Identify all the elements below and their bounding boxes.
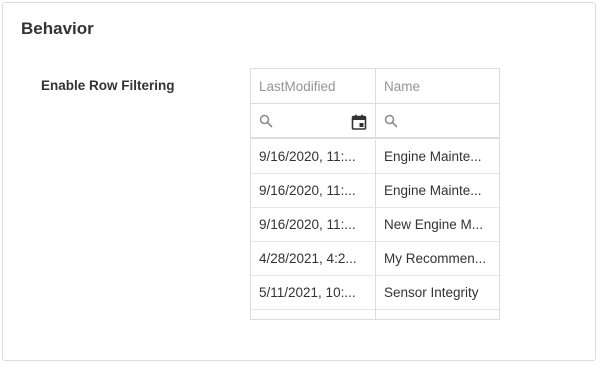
filter-cell-lastmodified — [251, 104, 376, 137]
cell-name: Engine Mainte... — [376, 140, 499, 173]
table-row[interactable]: 5/11/2021, 10:... Sensor Integrity — [251, 276, 499, 310]
column-header-label: LastModified — [259, 78, 336, 94]
search-icon — [259, 114, 273, 127]
lastmodified-filter-input[interactable] — [277, 113, 347, 128]
cell-name — [376, 309, 499, 319]
enable-row-filtering-label: Enable Row Filtering — [41, 78, 175, 93]
table-row-partial — [251, 309, 499, 319]
filter-cell-name — [376, 104, 499, 137]
table-row[interactable]: 9/16/2020, 11:... New Engine M... — [251, 208, 499, 242]
cell-text: Engine Mainte... — [384, 183, 482, 198]
calendar-icon[interactable] — [351, 114, 367, 130]
column-header-lastmodified[interactable]: LastModified — [251, 69, 376, 103]
name-filter-input[interactable] — [402, 113, 472, 128]
cell-name: Sensor Integrity — [376, 276, 499, 309]
cell-name: Engine Mainte... — [376, 174, 499, 207]
cell-lastmodified: 9/16/2020, 11:... — [251, 208, 376, 241]
column-header-name[interactable]: Name — [376, 69, 499, 103]
column-header-label: Name — [384, 78, 421, 94]
table-row[interactable]: 9/16/2020, 11:... Engine Mainte... — [251, 174, 499, 208]
behavior-panel: Behavior Enable Row Filtering LastModifi… — [2, 2, 596, 361]
cell-lastmodified: 9/16/2020, 11:... — [251, 140, 376, 173]
cell-lastmodified: 4/28/2021, 4:2... — [251, 242, 376, 275]
cell-text: Sensor Integrity — [384, 285, 479, 300]
cell-lastmodified: 5/11/2021, 10:... — [251, 276, 376, 309]
data-grid: LastModified Name 9/16/2020, 11:... Engi… — [250, 68, 500, 320]
grid-header-row: LastModified Name — [251, 69, 499, 104]
panel-title: Behavior — [21, 19, 94, 38]
cell-text: 5/11/2021, 10:... — [259, 285, 356, 300]
cell-name: My Recommen... — [376, 242, 499, 275]
cell-text: My Recommen... — [384, 251, 487, 266]
search-icon — [384, 114, 398, 127]
cell-text: 9/16/2020, 11:... — [259, 217, 356, 232]
cell-text: New Engine M... — [384, 217, 484, 232]
cell-lastmodified: 9/16/2020, 11:... — [251, 174, 376, 207]
grid-filter-row — [251, 104, 499, 139]
cell-text: 9/16/2020, 11:... — [259, 183, 356, 198]
table-row[interactable]: 9/16/2020, 11:... Engine Mainte... — [251, 140, 499, 174]
cell-text: 9/16/2020, 11:... — [259, 149, 356, 164]
table-row[interactable]: 4/28/2021, 4:2... My Recommen... — [251, 242, 499, 276]
cell-name: New Engine M... — [376, 208, 499, 241]
cell-text: Engine Mainte... — [384, 149, 482, 164]
cell-lastmodified — [251, 309, 376, 319]
cell-text: 4/28/2021, 4:2... — [259, 251, 357, 266]
